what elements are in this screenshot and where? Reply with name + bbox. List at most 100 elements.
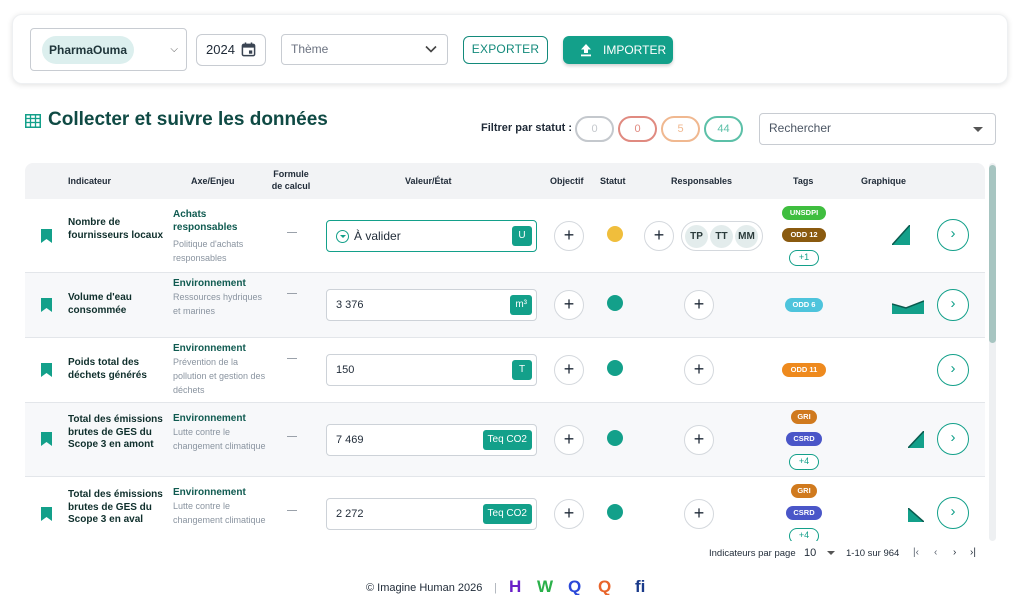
- enjeu-label: Ressources hydriques et marines: [173, 292, 263, 316]
- per-page-select[interactable]: 10: [804, 547, 836, 559]
- axe-title: Environnement: [173, 343, 246, 354]
- bookmark-icon[interactable]: [41, 432, 52, 446]
- add-objective-button[interactable]: +: [554, 355, 584, 385]
- add-responsable-button[interactable]: +: [684, 499, 714, 529]
- table-row[interactable]: Volume d'eau consommée Environnement Res…: [25, 273, 985, 338]
- per-page-value: 10: [804, 547, 817, 559]
- calendar-icon[interactable]: [241, 42, 256, 57]
- add-objective-button[interactable]: +: [554, 221, 584, 251]
- open-detail-button[interactable]: ›: [937, 423, 969, 455]
- year-field[interactable]: 2024: [196, 34, 266, 66]
- tag-badge: CSRD: [786, 432, 822, 446]
- status-filter-validated[interactable]: 44: [704, 116, 743, 142]
- add-responsable-button[interactable]: +: [684, 290, 714, 320]
- status-filter-pending[interactable]: 0: [575, 116, 614, 142]
- status-filter-rejected[interactable]: 0: [618, 116, 657, 142]
- table-header: Indicateur Axe/Enjeu Formule de calcul V…: [25, 163, 985, 199]
- partner-logo: Q: [568, 577, 582, 595]
- indicator-name: Volume d'eau consommée: [68, 292, 132, 316]
- indicator-name: Nombre de fournisseurs locaux: [68, 217, 164, 241]
- status-dot: [607, 504, 623, 520]
- unit-badge: T: [512, 360, 532, 380]
- column-formula-line1: Formule: [273, 169, 309, 179]
- column-responsables: Responsables: [671, 176, 733, 186]
- bookmark-icon[interactable]: [41, 507, 52, 521]
- search-placeholder: Rechercher: [769, 121, 832, 135]
- upload-icon: [581, 44, 591, 57]
- scrollbar-thumb[interactable]: [989, 165, 996, 343]
- trend-graph-icon[interactable]: [892, 225, 910, 245]
- import-button[interactable]: IMPORTER: [563, 36, 673, 64]
- value-field[interactable]: 2 272 Teq CO2: [326, 498, 537, 530]
- company-chip: PharmaOuma: [42, 36, 134, 64]
- page-title: Collecter et suivre les données: [48, 109, 328, 130]
- more-tags-badge[interactable]: +4: [789, 528, 819, 541]
- trend-graph-icon[interactable]: [908, 508, 924, 522]
- next-page-icon[interactable]: ›: [953, 547, 956, 558]
- formula-empty-dash: [287, 358, 297, 359]
- formula-empty-dash: [287, 232, 297, 233]
- more-tags-badge[interactable]: +1: [789, 250, 819, 266]
- import-label: IMPORTER: [603, 43, 667, 57]
- footer-separator: |: [494, 582, 497, 594]
- tag-badge: ODD 12: [782, 228, 826, 242]
- per-page-label: Indicateurs par page: [709, 548, 796, 559]
- formula-empty-dash: [287, 293, 297, 294]
- last-page-icon[interactable]: ›|: [970, 547, 976, 558]
- axe-title: Environnement: [173, 487, 246, 498]
- add-objective-button[interactable]: +: [554, 290, 584, 320]
- bookmark-icon[interactable]: [41, 229, 52, 243]
- value-field[interactable]: À valider U: [326, 220, 537, 252]
- trend-graph-icon[interactable]: [892, 297, 924, 314]
- pagination-range: 1-10 sur 964: [846, 548, 900, 559]
- column-value: Valeur/État: [405, 176, 452, 186]
- add-responsable-button[interactable]: +: [644, 221, 674, 251]
- add-responsable-button[interactable]: +: [684, 425, 714, 455]
- table-row[interactable]: Nombre de fournisseurs locaux Achats res…: [25, 199, 985, 273]
- open-detail-button[interactable]: ›: [937, 219, 969, 251]
- status-dot: [607, 360, 623, 376]
- footer-copyright: © Imagine Human 2026: [366, 582, 483, 594]
- theme-select[interactable]: Thème: [281, 34, 448, 65]
- value-text: 2 272: [336, 508, 364, 520]
- unit-badge: U: [512, 226, 532, 246]
- search-select[interactable]: Rechercher: [759, 113, 996, 145]
- company-select[interactable]: PharmaOuma ⌵: [30, 28, 187, 71]
- add-objective-button[interactable]: +: [554, 499, 584, 529]
- caret-down-icon: [827, 551, 836, 556]
- add-objective-button[interactable]: +: [554, 425, 584, 455]
- status-filter-label: Filtrer par statut :: [481, 122, 573, 134]
- value-field[interactable]: 7 469 Teq CO2: [326, 424, 537, 456]
- caret-down-icon: [973, 127, 983, 132]
- open-detail-button[interactable]: ›: [937, 289, 969, 321]
- add-responsable-button[interactable]: +: [684, 355, 714, 385]
- status-dot: [607, 430, 623, 446]
- column-indicator: Indicateur: [68, 176, 112, 186]
- open-detail-button[interactable]: ›: [937, 497, 969, 529]
- value-field[interactable]: 150 T: [326, 354, 537, 386]
- responsables-group[interactable]: TP TT MM: [681, 221, 763, 251]
- trend-graph-icon[interactable]: [908, 431, 924, 448]
- value-field[interactable]: 3 376 m³: [326, 289, 537, 321]
- table-row[interactable]: Total des émissions brutes de GES du Sco…: [25, 403, 985, 477]
- column-status: Statut: [600, 176, 626, 186]
- table-row[interactable]: Poids total des déchets générés Environn…: [25, 338, 985, 403]
- bookmark-icon[interactable]: [41, 298, 52, 312]
- value-text: 7 469: [336, 434, 364, 446]
- table-scrollbar[interactable]: [989, 163, 996, 541]
- first-page-icon[interactable]: |‹: [913, 547, 919, 558]
- table-row[interactable]: Total des émissions brutes de GES du Sco…: [25, 477, 985, 541]
- status-filter-in-progress[interactable]: 5: [661, 116, 700, 142]
- value-text: 150: [336, 364, 355, 376]
- export-button[interactable]: EXPORTER: [463, 36, 548, 64]
- tag-badge: ODD 6: [785, 298, 823, 312]
- partner-logo: H: [509, 577, 522, 595]
- open-detail-button[interactable]: ›: [937, 354, 969, 386]
- avatar: TT: [710, 225, 733, 248]
- unit-badge: Teq CO2: [482, 430, 532, 450]
- more-tags-badge[interactable]: +4: [789, 454, 819, 470]
- formula-empty-dash: [287, 510, 297, 511]
- prev-page-icon[interactable]: ‹: [934, 547, 937, 558]
- bookmark-icon[interactable]: [41, 363, 52, 377]
- tag-badge: GRI: [791, 484, 817, 498]
